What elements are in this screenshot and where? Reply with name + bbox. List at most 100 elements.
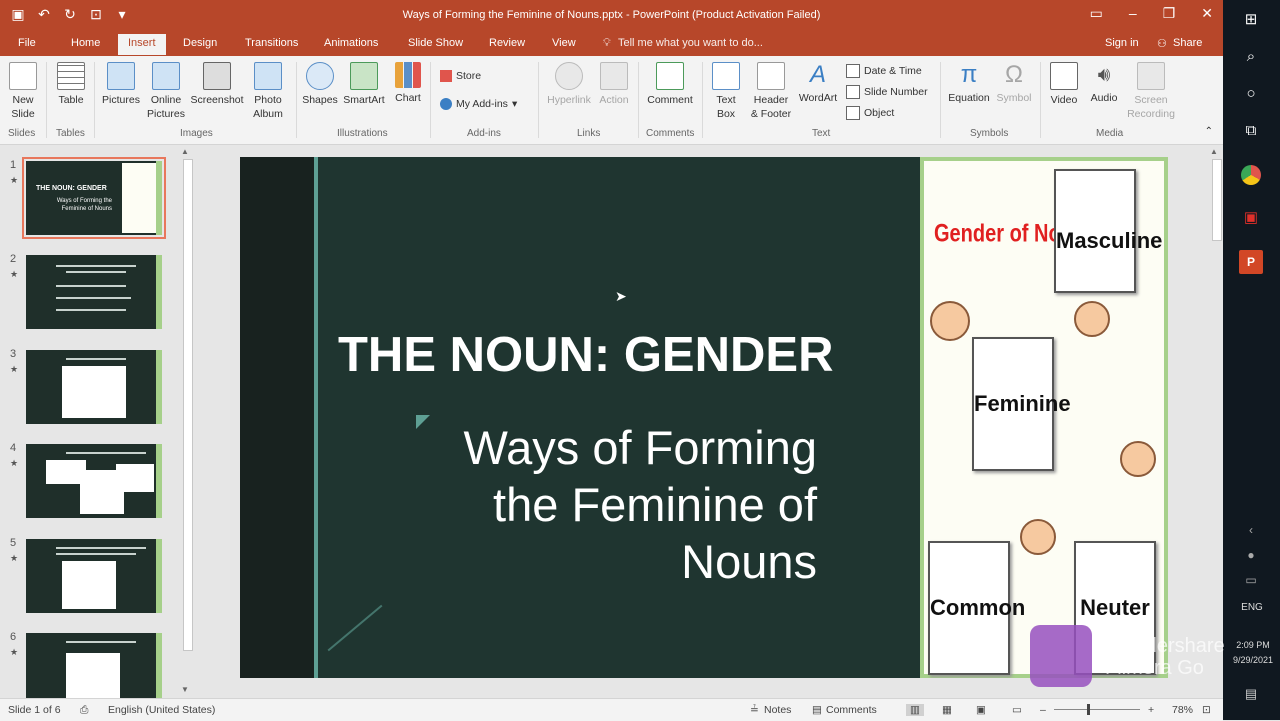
tab-transitions[interactable]: Transitions — [245, 37, 298, 49]
slide-thumbnail-4[interactable] — [26, 444, 162, 518]
search-icon[interactable]: ⌕ — [1241, 47, 1261, 67]
thumb-text-line — [56, 553, 136, 555]
header-footer-button[interactable]: Header & Footer — [748, 62, 794, 121]
screen-recording-button[interactable]: Screen Recording — [1124, 62, 1178, 121]
separator — [296, 62, 297, 138]
hyperlink-button[interactable]: Hyperlink — [544, 62, 594, 107]
comment-button[interactable]: Comment — [644, 62, 696, 107]
scroll-down-icon[interactable]: ▼ — [181, 685, 189, 694]
gender-of-nouns-image[interactable]: Gender of Nouns Masculine Feminine Commo… — [920, 157, 1168, 678]
header-footer-icon — [757, 62, 785, 90]
group-label-comments: Comments — [646, 128, 695, 139]
filmora-watermark: Wondershare Filmora Go — [1030, 625, 1280, 695]
zoom-in-icon[interactable]: + — [1148, 704, 1154, 716]
sign-in-link[interactable]: Sign in — [1105, 37, 1139, 49]
group-label-links: Links — [577, 128, 601, 139]
ribbon-display-options-icon[interactable]: ▭ — [1090, 5, 1103, 22]
slide-thumbnail-6[interactable] — [26, 633, 162, 698]
tray-expand-icon[interactable]: ‹ — [1241, 520, 1261, 540]
masculine-card: Masculine — [1054, 169, 1162, 293]
chart-button[interactable]: Chart — [392, 62, 424, 105]
tab-design[interactable]: Design — [183, 37, 217, 49]
slide-title[interactable]: THE NOUN: GENDER — [338, 327, 833, 383]
fit-to-window-icon[interactable]: ⊡ — [1202, 704, 1211, 716]
table-button[interactable]: Table — [54, 62, 88, 107]
collapse-ribbon-icon[interactable]: ⌃ — [1205, 126, 1213, 137]
slide-thumbnail-5[interactable] — [26, 539, 162, 613]
slide-subtitle[interactable]: Ways of Forming the Feminine of Nouns — [420, 419, 817, 590]
wordart-button[interactable]: A WordArt — [796, 62, 840, 105]
windows-start-icon[interactable]: ⊞ — [1241, 10, 1261, 30]
transition-star-icon: ★ — [10, 458, 19, 468]
chrome-icon[interactable] — [1241, 165, 1261, 185]
slide-canvas[interactable]: THE NOUN: GENDER Ways of Forming the Fem… — [240, 157, 1168, 678]
zoom-out-icon[interactable]: – — [1040, 704, 1046, 716]
hyperlink-icon — [555, 62, 583, 90]
online-pictures-button[interactable]: Online Pictures — [146, 62, 186, 121]
powerpoint-taskbar-icon[interactable]: P — [1239, 250, 1263, 274]
scrollbar-thumb[interactable] — [183, 159, 193, 651]
screen-recording-icon — [1137, 62, 1165, 90]
task-view-icon[interactable]: ⧉ — [1241, 121, 1261, 141]
star-icon — [600, 62, 628, 90]
language-indicator[interactable]: English (United States) — [108, 704, 215, 716]
thumb-number: 4 — [10, 442, 17, 454]
audio-button[interactable]: 🔊︎ Audio — [1086, 62, 1122, 105]
comments-button[interactable]: Comments — [826, 704, 877, 716]
equation-button[interactable]: π Equation — [946, 62, 992, 105]
reading-view-icon[interactable]: ▣ — [976, 704, 986, 716]
zoom-slider-thumb[interactable] — [1087, 704, 1090, 715]
text-box-button[interactable]: Text Box — [708, 62, 744, 121]
maximize-icon[interactable]: ❐ — [1163, 5, 1176, 22]
object-button[interactable]: Object — [846, 106, 894, 120]
spelling-icon[interactable]: ⎙ — [80, 704, 88, 717]
scroll-up-icon[interactable]: ▲ — [181, 147, 189, 156]
tab-insert[interactable]: Insert — [118, 34, 166, 55]
date-time-button[interactable]: Date & Time — [846, 64, 922, 78]
new-slide-button[interactable]: New Slide — [6, 62, 40, 121]
tell-me-box[interactable]: Tell me what you want to do... — [618, 37, 763, 49]
slide-thumbnail-2[interactable] — [26, 255, 162, 329]
photo-album-button[interactable]: Photo Album — [248, 62, 288, 121]
smartart-button[interactable]: SmartArt — [340, 62, 388, 107]
notes-button[interactable]: Notes — [764, 704, 791, 716]
tab-animations[interactable]: Animations — [324, 37, 378, 49]
keyboard-icon[interactable]: ▭ — [1241, 570, 1261, 590]
slide-sorter-icon[interactable]: ▦ — [942, 704, 952, 716]
scrollbar-thumb[interactable] — [1212, 159, 1222, 241]
action-button[interactable]: Action — [596, 62, 632, 107]
office-icon[interactable]: ▣ — [1241, 208, 1261, 228]
video-button[interactable]: Video — [1046, 62, 1082, 107]
slide-thumbnail-1[interactable]: THE NOUN: GENDER Ways of Forming the Fem… — [22, 157, 166, 239]
thumb-table — [62, 561, 116, 609]
my-addins-button[interactable]: My Add-ins ▾ — [440, 98, 517, 110]
tab-file[interactable]: File — [18, 37, 36, 49]
slideshow-icon[interactable]: ▭ — [1012, 704, 1022, 716]
share-button[interactable]: Share — [1173, 37, 1202, 49]
thumb-art — [122, 163, 156, 233]
screenshot-button[interactable]: Screenshot — [188, 62, 246, 107]
symbol-button[interactable]: Ω Symbol — [994, 62, 1034, 105]
tab-view[interactable]: View — [552, 37, 576, 49]
slide-scrollbar[interactable]: ▲ — [1210, 145, 1222, 698]
language-tray[interactable]: ENG — [1235, 598, 1269, 618]
minimize-icon[interactable]: – — [1129, 5, 1137, 22]
tab-home[interactable]: Home — [71, 37, 100, 49]
cortana-icon[interactable]: ○ — [1241, 84, 1261, 104]
scroll-up-icon[interactable]: ▲ — [1210, 147, 1218, 156]
tab-slide-show[interactable]: Slide Show — [408, 37, 463, 49]
camera-icon — [203, 62, 231, 90]
pictures-button[interactable]: Pictures — [100, 62, 142, 107]
separator — [1040, 62, 1041, 138]
normal-view-icon[interactable]: ▥ — [906, 704, 924, 716]
close-icon[interactable]: ✕ — [1201, 5, 1213, 22]
store-button[interactable]: Store — [440, 70, 481, 82]
thumbnails-scrollbar[interactable]: ▲ ▼ — [181, 145, 193, 698]
zoom-slider[interactable] — [1054, 709, 1140, 710]
shapes-button[interactable]: Shapes — [302, 62, 338, 107]
slide-thumbnail-3[interactable] — [26, 350, 162, 424]
slide-number-button[interactable]: Slide Number — [846, 85, 928, 99]
tab-review[interactable]: Review — [489, 37, 525, 49]
zoom-level[interactable]: 78% — [1172, 704, 1193, 716]
separator — [638, 62, 639, 138]
